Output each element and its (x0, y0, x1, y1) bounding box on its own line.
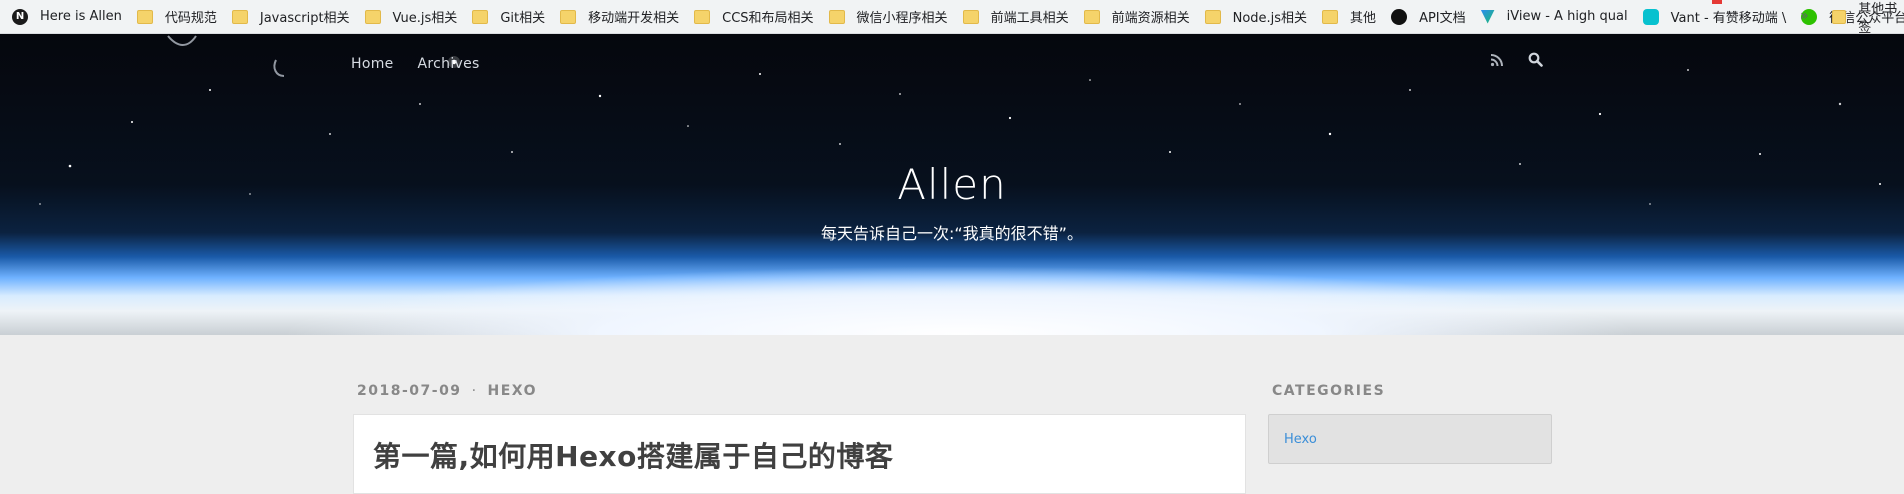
bookmark-label: Git相关 (500, 11, 546, 26)
bookmark-folder-css[interactable]: CCS和布局相关 (688, 4, 822, 30)
post-meta: 2018-07-09 · HEXO (357, 383, 537, 399)
bookmark-label: Here is Allen (40, 9, 122, 24)
post-category-link[interactable]: HEXO (488, 383, 537, 399)
bookmark-label: Vue.js相关 (392, 11, 458, 26)
bookmark-folder-other[interactable]: 其他 (1316, 4, 1385, 30)
bookmark-label: API文档 (1419, 11, 1466, 26)
bookmark-label: Javascript相关 (259, 11, 350, 26)
bookmark-label: 其他 (1350, 11, 1377, 26)
folder-icon (962, 9, 979, 24)
folder-icon (472, 9, 489, 24)
nav-home-link[interactable]: Home (351, 56, 394, 72)
bookmark-folder-wechat-miniprogram[interactable]: 微信小程序相关 (823, 4, 957, 30)
post-date: 2018-07-09 (357, 383, 462, 399)
category-link-hexo[interactable]: Hexo (1284, 432, 1317, 447)
bookmarks-bar: N Here is Allen 代码规范 Javascript相关 Vue.js… (0, 0, 1904, 34)
folder-icon (231, 9, 248, 24)
api-doc-icon (1391, 8, 1408, 25)
site-title: Allen (897, 160, 1007, 209)
rss-icon[interactable] (1490, 52, 1504, 71)
folder-icon (1204, 9, 1221, 24)
bookmark-here-is-allen[interactable]: N Here is Allen (6, 4, 131, 30)
categories-heading: CATEGORIES (1272, 383, 1386, 399)
other-bookmarks-label: 其他书签 (1858, 2, 1898, 36)
folder-icon (1322, 9, 1339, 24)
bookmark-folder-frontend-resources[interactable]: 前端资源相关 (1078, 4, 1199, 30)
site-header: Home Archives Allen 每天告诉自己一次:“我真的很不错”。 (0, 34, 1904, 335)
categories-widget: Hexo (1268, 414, 1552, 464)
site-subtitle: 每天告诉自己一次:“我真的很不错”。 (821, 224, 1083, 243)
vant-logo-icon (1642, 8, 1659, 25)
notion-n-icon: N (12, 8, 28, 25)
folder-icon (560, 9, 577, 24)
bookmark-label: iView - A high qual (1506, 9, 1628, 24)
bookmark-folder-vue[interactable]: Vue.js相关 (359, 4, 467, 30)
bookmark-folder-code-style[interactable]: 代码规范 (131, 4, 226, 30)
folder-icon (364, 9, 381, 24)
header-actions (1490, 52, 1543, 71)
bookmark-label: CCS和布局相关 (722, 11, 814, 26)
folder-icon (694, 9, 711, 24)
folder-icon (1083, 9, 1100, 24)
main-nav: Home Archives (351, 56, 480, 72)
bookmark-label: Node.js相关 (1232, 11, 1308, 26)
post-card: 第一篇,如何用Hexo搭建属于自己的博客 (353, 414, 1246, 494)
folder-icon (136, 9, 153, 24)
post-title-link[interactable]: 第一篇,如何用Hexo搭建属于自己的博客 (373, 435, 893, 475)
folder-icon (1832, 10, 1847, 24)
iview-logo-icon (1480, 9, 1495, 24)
bookmark-label: 移动端开发相关 (588, 11, 680, 26)
nav-archives-link[interactable]: Archives (418, 56, 480, 72)
bookmark-api-doc[interactable]: API文档 (1385, 4, 1475, 30)
bookmark-label: 前端工具相关 (990, 11, 1069, 26)
bookmark-folder-mobile[interactable]: 移动端开发相关 (554, 4, 688, 30)
bookmark-folder-javascript[interactable]: Javascript相关 (226, 4, 359, 30)
bookmark-iview[interactable]: iView - A high qual (1475, 4, 1637, 30)
bookmark-folder-git[interactable]: Git相关 (466, 4, 554, 30)
bookmark-vant[interactable]: Vant - 有赞移动端 \ (1637, 4, 1796, 30)
meta-separator: · (471, 383, 478, 399)
bookmarks-overflow-button[interactable]: » (1800, 8, 1809, 24)
bookmark-folder-frontend-tools[interactable]: 前端工具相关 (957, 4, 1078, 30)
bookmark-folder-nodejs[interactable]: Node.js相关 (1199, 4, 1316, 30)
folder-icon (828, 9, 845, 24)
search-icon[interactable] (1528, 52, 1543, 71)
notification-badge (1712, 0, 1722, 4)
bookmark-label: 前端资源相关 (1111, 11, 1190, 26)
bookmark-label: 代码规范 (164, 11, 217, 26)
bookmark-label: 微信小程序相关 (856, 11, 948, 26)
other-bookmarks-folder[interactable]: 其他书签 (1832, 0, 1904, 36)
bookmark-label: Vant - 有赞移动端 \ (1670, 11, 1787, 26)
